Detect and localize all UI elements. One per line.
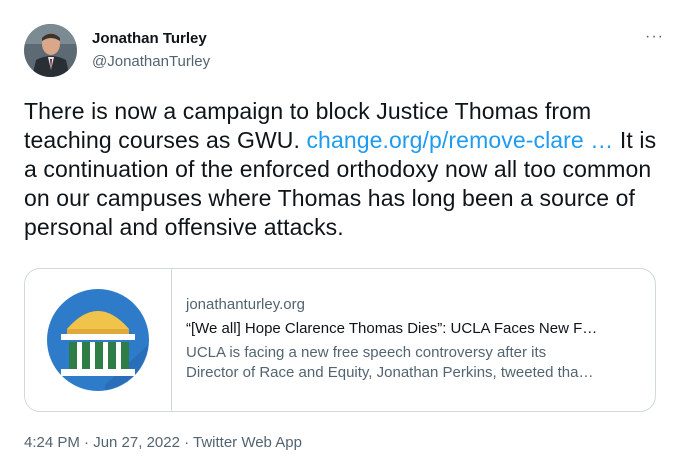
card-domain: jonathanturley.org xyxy=(186,296,305,313)
more-icon[interactable]: ··· xyxy=(645,29,664,45)
author-handle[interactable]: @JonathanTurley xyxy=(92,52,210,72)
card-body: jonathanturley.org “[We all] Hope Claren… xyxy=(186,295,646,383)
link-preview-card[interactable]: jonathanturley.org “[We all] Hope Claren… xyxy=(24,268,656,412)
avatar-image xyxy=(24,24,77,77)
card-description-line: Director of Race and Equity, Jonathan Pe… xyxy=(186,364,594,381)
tweet: Jonathan Turley @JonathanTurley ··· Ther… xyxy=(0,0,700,472)
card-description: UCLA is facing a new free speech controv… xyxy=(186,343,646,383)
card-title: “[We all] Hope Clarence Thomas Dies”: UC… xyxy=(186,320,598,337)
tweet-link[interactable]: change.org/p/remove-clare … xyxy=(306,127,613,153)
author-name[interactable]: Jonathan Turley xyxy=(92,30,210,48)
author-info: Jonathan Turley @JonathanTurley xyxy=(92,30,210,72)
tweet-text: There is now a campaign to block Justice… xyxy=(24,97,664,242)
card-thumbnail[interactable] xyxy=(25,269,172,411)
avatar[interactable] xyxy=(24,24,77,77)
card-description-line: UCLA is facing a new free speech controv… xyxy=(186,344,547,361)
building-columns-icon xyxy=(47,289,149,391)
tweet-timestamp[interactable]: 4:24 PM · Jun 27, 2022 · Twitter Web App xyxy=(24,433,302,453)
